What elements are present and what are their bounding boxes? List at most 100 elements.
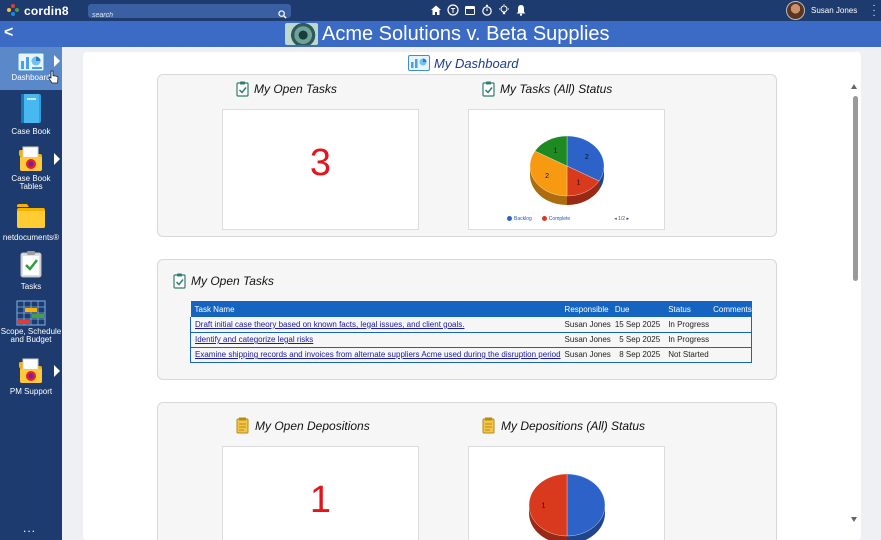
dashboard-icon [17, 52, 45, 72]
sidebar-item-dashboard[interactable]: Dashboard [0, 47, 62, 90]
sidebar-item-label: Case Book Tables [11, 174, 51, 191]
folder-icon [17, 204, 45, 228]
svg-text:T: T [451, 8, 456, 15]
table-row[interactable]: Identify and categorize legal risks Susa… [189, 332, 753, 348]
pie-slice-label: 1 [554, 147, 558, 154]
table-row[interactable]: Draft initial case theory based on known… [189, 317, 753, 333]
back-arrow-icon[interactable]: < [4, 24, 13, 42]
sidebar-item-case-book-tables[interactable]: Case Book Tables [0, 145, 62, 193]
widget-title: My Open Tasks [191, 274, 274, 288]
open-depositions-heading: My Open Depositions [236, 417, 370, 434]
due-cell: 5 Sep 2025 [610, 332, 665, 348]
comments-cell [709, 347, 753, 363]
avatar[interactable] [786, 1, 805, 20]
tasks-status-heading: My Tasks (All) Status [482, 81, 612, 97]
task-link[interactable]: Draft initial case theory based on known… [195, 320, 464, 329]
expand-arrow-icon[interactable] [54, 153, 60, 165]
legend-pager[interactable]: ◂ 1/2 ▸ [614, 216, 629, 222]
folder-pm-support-icon [19, 358, 42, 383]
pie-slice-label: 2 [545, 173, 549, 180]
pie-slice-label: 2 [585, 154, 589, 161]
status-cell: Not Started [664, 347, 710, 363]
legend-item-complete[interactable]: Complete [541, 216, 571, 222]
due-cell: 8 Sep 2025 [610, 347, 665, 363]
table-row[interactable]: Examine shipping records and invoices fr… [189, 347, 753, 363]
table-header-row: Task Name Responsible Due Status Comment… [190, 301, 752, 317]
responsible-cell: Susan Jones [560, 347, 611, 363]
sidebar: Dashboard Case Book Case Book Tables net… [0, 47, 62, 540]
home-icon[interactable] [430, 2, 442, 18]
scroll-down-arrow-icon[interactable] [851, 517, 857, 522]
clipboard-check-icon [236, 81, 249, 97]
tasks-status-pie-chart[interactable]: 2 1 2 1 [469, 110, 666, 210]
sidebar-item-label: Scope, Schedule and Budget [0, 327, 62, 344]
more-options-icon[interactable]: · · · [871, 1, 877, 21]
case-title-bar: < Acme Solutions v. Beta Supplies [0, 21, 881, 47]
task-link[interactable]: Identify and categorize legal risks [195, 335, 313, 344]
user-name[interactable]: Susan Jones [811, 6, 857, 15]
scroll-thumb[interactable] [853, 96, 858, 281]
expand-arrow-icon[interactable] [54, 365, 60, 377]
task-name-cell: Draft initial case theory based on known… [189, 317, 561, 333]
top-bar: cordin8 T Susan Jones ··· [0, 0, 881, 23]
lightbulb-icon[interactable] [498, 2, 510, 18]
scroll-up-arrow-icon[interactable] [851, 84, 857, 89]
app-name: cordin8 [24, 3, 69, 18]
open-depositions-count-card[interactable]: 1 [222, 446, 419, 540]
task-name-cell: Examine shipping records and invoices fr… [189, 347, 561, 363]
tasks-status-chart-card[interactable]: 2 1 2 1 Backlog Complete ◂ 1/2 ▸ [468, 109, 665, 230]
dashboard-icon [408, 55, 430, 71]
open-tasks-count: 3 [309, 142, 332, 184]
tasks-clipboard-icon [20, 251, 42, 278]
search-box[interactable] [88, 4, 291, 23]
app-logo[interactable]: cordin8 [7, 3, 69, 18]
task-name-cell: Identify and categorize legal risks [189, 332, 561, 348]
depositions-status-chart-card[interactable]: 1 [468, 446, 665, 540]
sidebar-item-label: Case Book [11, 127, 51, 136]
clipboard-check-icon [173, 273, 186, 289]
column-header-status[interactable]: Status [664, 301, 710, 317]
legend-item-backlog[interactable]: Backlog [507, 216, 532, 222]
column-header-task-name[interactable]: Task Name [190, 301, 561, 317]
case-image [285, 23, 318, 45]
responsible-cell: Susan Jones [560, 332, 611, 348]
legend-label: Complete [548, 216, 571, 222]
sidebar-item-pm-support[interactable]: PM Support [0, 357, 62, 399]
calendar-icon[interactable] [464, 2, 476, 18]
dashboard-header: My Dashboard [408, 55, 519, 71]
sidebar-item-scope-schedule-budget[interactable]: Scope, Schedule and Budget [0, 300, 62, 348]
column-header-comments[interactable]: Comments [709, 301, 752, 317]
bell-icon[interactable] [515, 2, 527, 18]
sidebar-item-tasks[interactable]: Tasks [0, 250, 62, 292]
comments-cell [709, 332, 753, 348]
stopwatch-icon[interactable] [481, 2, 493, 18]
column-header-due[interactable]: Due [610, 301, 665, 317]
sidebar-item-label: PM Support [9, 387, 53, 396]
sidebar-item-label: Tasks [20, 282, 42, 291]
open-tasks-table: Task Name Responsible Due Status Comment… [189, 301, 753, 363]
widget-title: My Depositions (All) Status [501, 418, 646, 433]
widget-title: My Tasks (All) Status [500, 82, 613, 96]
open-tasks-heading: My Open Tasks [236, 81, 337, 97]
open-tasks-count-card[interactable]: 3 [222, 109, 419, 230]
notepad-icon [482, 417, 495, 434]
pie-slice-label: 1 [577, 180, 581, 187]
timekeeping-icon[interactable]: T [447, 2, 459, 18]
case-title: Acme Solutions v. Beta Supplies [322, 23, 610, 45]
user-menu[interactable]: Susan Jones [786, 1, 857, 20]
main-scrollbar[interactable] [851, 84, 859, 526]
sidebar-item-netdocuments[interactable]: netdocuments® [0, 203, 62, 245]
case-book-icon [21, 94, 41, 123]
expand-arrow-icon[interactable] [54, 55, 60, 67]
widget-title: My Open Tasks [254, 82, 337, 96]
task-list-heading: My Open Tasks [173, 273, 274, 289]
sidebar-item-case-book[interactable]: Case Book [0, 93, 62, 137]
folder-tables-icon [19, 146, 42, 171]
pie-slice-label: 1 [541, 503, 545, 510]
sidebar-more-button[interactable]: ... [23, 521, 36, 535]
depositions-status-pie-chart[interactable]: 1 [469, 447, 665, 540]
comments-cell [709, 317, 753, 333]
column-header-responsible[interactable]: Responsible [560, 301, 611, 317]
task-link[interactable]: Examine shipping records and invoices fr… [195, 350, 561, 359]
clipboard-check-icon [482, 81, 495, 97]
